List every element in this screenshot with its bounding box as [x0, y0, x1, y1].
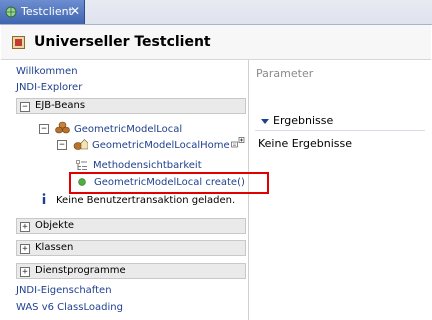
tab-testclient[interactable]: Testclient ✕ — [0, 0, 85, 24]
tree-item-geometricmodellocal[interactable]: GeometricModelLocal — [74, 124, 182, 135]
page-title: Universeller Testclient — [34, 34, 211, 50]
testclient-logo-icon — [12, 36, 25, 49]
editor-tab-bar: Testclient ✕ — [0, 0, 432, 25]
nav-jndi-properties-link[interactable]: JNDI-Eigenschaften — [16, 285, 112, 296]
globe-icon — [5, 6, 17, 18]
close-tab-icon[interactable]: ✕ — [70, 4, 80, 18]
info-icon — [41, 193, 47, 208]
details-pane: Parameter Ergebnisse Keine Ergebnisse — [249, 60, 432, 320]
section-label: Klassen — [35, 242, 74, 253]
tree-action-icon[interactable] — [231, 137, 245, 154]
nav-jndi-explorer-link[interactable]: JNDI-Explorer — [16, 82, 82, 93]
expand-icon[interactable]: + — [20, 267, 30, 277]
highlight-box — [69, 172, 269, 194]
collapse-triangle-icon[interactable] — [261, 117, 269, 128]
section-label: Dienstprogramme — [35, 265, 126, 276]
expand-icon[interactable]: + — [20, 222, 30, 232]
expand-icon[interactable]: + — [20, 244, 30, 254]
nav-classloading-link[interactable]: WAS v6 ClassLoading — [16, 302, 123, 313]
transaction-info-text: Keine Benutzertransaktion geladen. — [56, 195, 236, 206]
beans-icon — [55, 121, 70, 137]
nav-welcome-link[interactable]: Willkommen — [16, 66, 78, 77]
tree-collapse-icon[interactable]: − — [57, 140, 67, 150]
results-heading[interactable]: Ergebnisse — [273, 114, 333, 127]
tab-label: Testclient — [21, 5, 73, 18]
section-ejb-beans[interactable]: − EJB-Beans — [16, 98, 246, 114]
section-klassen[interactable]: + Klassen — [16, 240, 246, 256]
section-label: EJB-Beans — [35, 100, 86, 111]
section-dienstprogramme[interactable]: + Dienstprogramme — [16, 263, 246, 279]
home-interface-icon — [73, 137, 89, 154]
section-objekte[interactable]: + Objekte — [16, 218, 246, 234]
page-header: Universeller Testclient — [1, 25, 431, 60]
tree-collapse-icon[interactable]: − — [39, 124, 49, 134]
results-empty-text: Keine Ergebnisse — [258, 137, 352, 150]
tree-item-methodensichtbarkeit[interactable]: Methodensichtbarkeit — [93, 160, 202, 171]
tree-item-geometricmodellocalhome[interactable]: GeometricModelLocalHome — [92, 140, 230, 151]
parameter-heading: Parameter — [256, 67, 314, 80]
results-divider — [255, 130, 425, 131]
section-label: Objekte — [35, 220, 75, 231]
collapse-icon[interactable]: − — [20, 102, 30, 112]
